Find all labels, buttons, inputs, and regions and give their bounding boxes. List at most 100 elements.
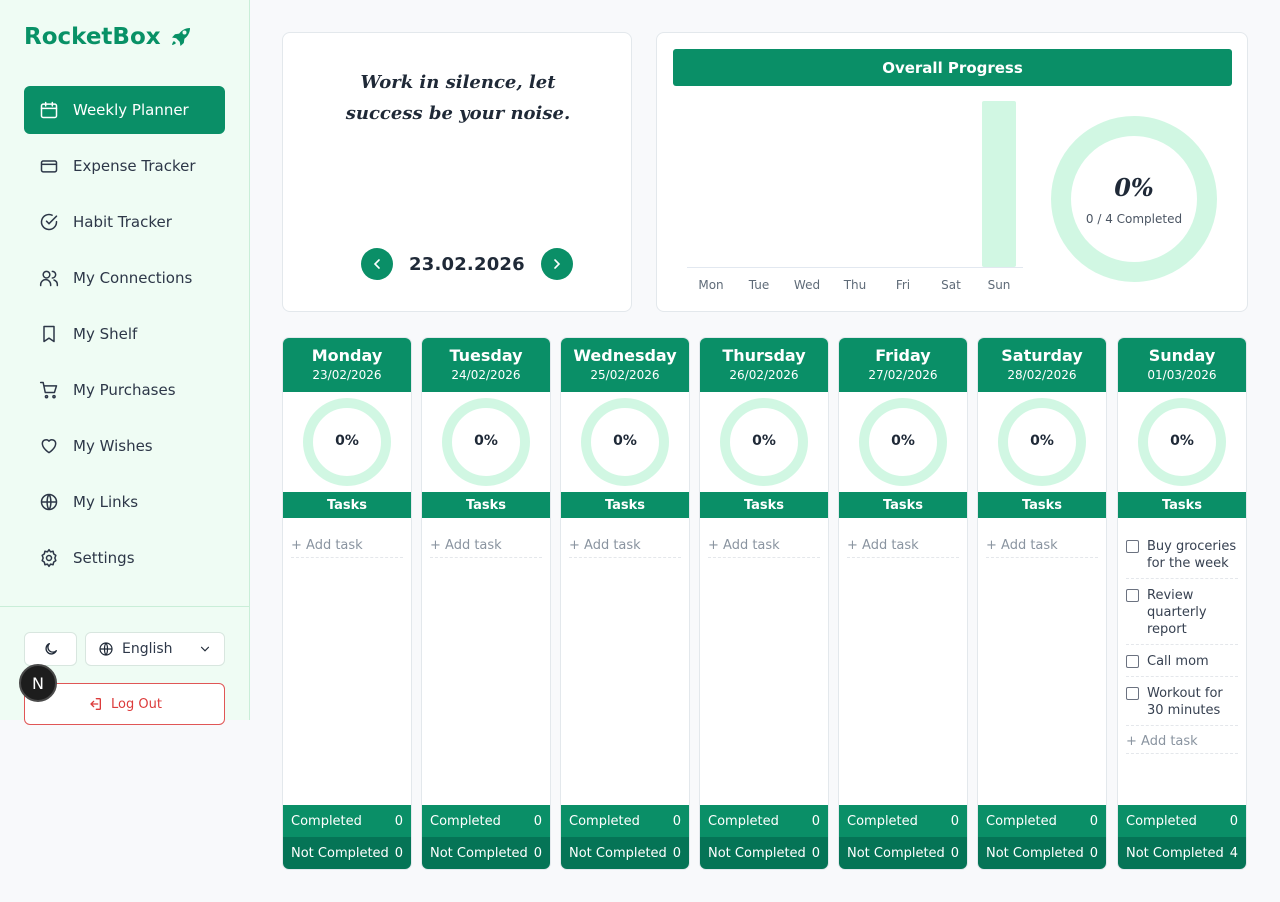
not-completed-count: 0 (394, 845, 403, 861)
day-name: Wednesday (573, 346, 677, 365)
sidebar-item-my-purchases[interactable]: My Purchases (24, 366, 225, 414)
theme-toggle-button[interactable] (24, 632, 77, 666)
app-logo[interactable]: RocketBox (24, 24, 193, 50)
sidebar-item-weekly-planner[interactable]: Weekly Planner (24, 86, 225, 134)
day-date: 23/02/2026 (312, 368, 382, 382)
sidebar-item-expense-tracker[interactable]: Expense Tracker (24, 142, 225, 190)
not-completed-label: Not Completed (708, 845, 806, 861)
add-task-button[interactable]: + Add task (291, 530, 403, 558)
sidebar-item-label: Expense Tracker (73, 157, 196, 175)
task-item: Call mom (1126, 645, 1238, 677)
day-column-saturday: Saturday 28/02/2026 0% Tasks + Add task … (977, 337, 1107, 870)
tasks-heading: Tasks (422, 492, 550, 518)
sidebar-item-label: Habit Tracker (73, 213, 172, 231)
day-progress-ring: 0% (1118, 392, 1246, 492)
day-header: Saturday 28/02/2026 (978, 338, 1106, 392)
task-label: Review quarterly report (1147, 588, 1207, 637)
completed-label: Completed (986, 813, 1057, 829)
sidebar: RocketBox Weekly Planner Expense Tracker… (0, 0, 250, 725)
day-column-sunday: Sunday 01/03/2026 0% Tasks Buy groceries… (1117, 337, 1247, 870)
previous-week-button[interactable] (361, 248, 393, 280)
logout-label: Log Out (111, 696, 162, 712)
add-task-button[interactable]: + Add task (986, 530, 1098, 558)
calendar-icon (40, 101, 58, 119)
chart-tick-sun: Sun (988, 278, 1011, 292)
sidebar-item-label: My Wishes (73, 437, 153, 455)
not-completed-count: 4 (1229, 845, 1238, 861)
gear-icon (41, 548, 57, 568)
not-completed-label: Not Completed (847, 845, 945, 861)
sidebar-item-label: My Links (73, 493, 139, 511)
globe-icon (99, 642, 113, 656)
day-percent: 0% (335, 433, 359, 449)
next-week-button[interactable] (540, 248, 573, 280)
completed-count: 0 (1089, 813, 1098, 829)
add-task-button[interactable]: + Add task (1126, 726, 1238, 754)
sidebar-nav: Weekly Planner Expense Tracker Habit Tra… (24, 86, 225, 590)
completed-stat: Completed 0 (1118, 805, 1246, 837)
completed-stat: Completed 0 (561, 805, 689, 837)
chart-bar-sun (982, 101, 1016, 267)
task-label: Buy groceries for the week (1147, 539, 1237, 571)
completed-count: 0 (811, 813, 820, 829)
chevron-left-icon (373, 259, 380, 269)
day-name: Thursday (722, 346, 806, 365)
globe-icon (40, 493, 58, 511)
completed-label: Completed (847, 813, 918, 829)
sidebar-item-label: My Connections (73, 269, 193, 287)
day-percent: 0% (891, 433, 915, 449)
sidebar-item-my-shelf[interactable]: My Shelf (24, 310, 225, 358)
heart-icon (41, 439, 57, 454)
day-date: 28/02/2026 (1007, 368, 1077, 382)
sidebar-item-label: My Shelf (73, 325, 138, 343)
day-percent: 0% (752, 433, 776, 449)
sidebar-item-settings[interactable]: Settings (24, 534, 225, 582)
date-navigator: 23.02.2026 (361, 248, 573, 280)
day-percent: 0% (1030, 433, 1054, 449)
day-header: Wednesday 25/02/2026 (561, 338, 689, 392)
task-checkbox[interactable] (1126, 589, 1139, 602)
completed-stat: Completed 0 (978, 805, 1106, 837)
completed-stat: Completed 0 (700, 805, 828, 837)
tasks-heading: Tasks (700, 492, 828, 518)
language-select[interactable]: English (85, 632, 225, 666)
day-percent: 0% (474, 433, 498, 449)
overall-progress-card: Overall Progress Mon Tue Wed Thu Fri Sat Sun 0… (656, 32, 1248, 312)
task-list: + Add task (839, 518, 967, 806)
sidebar-item-my-links[interactable]: My Links (24, 478, 225, 526)
sidebar-divider (0, 606, 250, 607)
day-name: Sunday (1148, 346, 1216, 365)
tasks-heading: Tasks (978, 492, 1106, 518)
bookmark-icon (43, 325, 55, 343)
task-list: + Add task (561, 518, 689, 806)
add-task-button[interactable]: + Add task (708, 530, 820, 558)
rocket-icon (171, 28, 190, 46)
day-progress-ring: 0% (978, 392, 1106, 492)
sidebar-item-my-connections[interactable]: My Connections (24, 254, 225, 302)
day-date: 24/02/2026 (451, 368, 521, 382)
day-date: 01/03/2026 (1147, 368, 1217, 382)
day-name: Monday (311, 346, 383, 365)
weekly-bar-chart-svg: Mon Tue Wed Thu Fri Sat Sun (687, 101, 1023, 292)
not-completed-count: 0 (950, 845, 959, 861)
add-task-button[interactable]: + Add task (430, 530, 542, 558)
not-completed-label: Not Completed (986, 845, 1084, 861)
day-date: 26/02/2026 (729, 368, 799, 382)
task-list: + Add task (422, 518, 550, 806)
n-badge[interactable]: N (19, 664, 57, 702)
task-checkbox[interactable] (1126, 655, 1139, 668)
sidebar-item-habit-tracker[interactable]: Habit Tracker (24, 198, 225, 246)
add-task-button[interactable]: + Add task (569, 530, 681, 558)
day-progress-ring: 0% (700, 392, 828, 492)
sidebar-item-my-wishes[interactable]: My Wishes (24, 422, 225, 470)
not-completed-stat: Not Completed 0 (700, 837, 828, 869)
add-task-button[interactable]: + Add task (847, 530, 959, 558)
task-checkbox[interactable] (1126, 540, 1139, 553)
day-column-monday: Monday 23/02/2026 0% Tasks + Add task Co… (282, 337, 412, 870)
task-checkbox[interactable] (1126, 687, 1139, 700)
chevron-down-icon (200, 646, 210, 652)
n-badge-letter: N (32, 673, 44, 693)
completed-count: 0 (672, 813, 681, 829)
overall-progress-donut: 0% 0 / 4 Completed (1050, 115, 1218, 283)
task-item: Review quarterly report (1126, 579, 1238, 645)
